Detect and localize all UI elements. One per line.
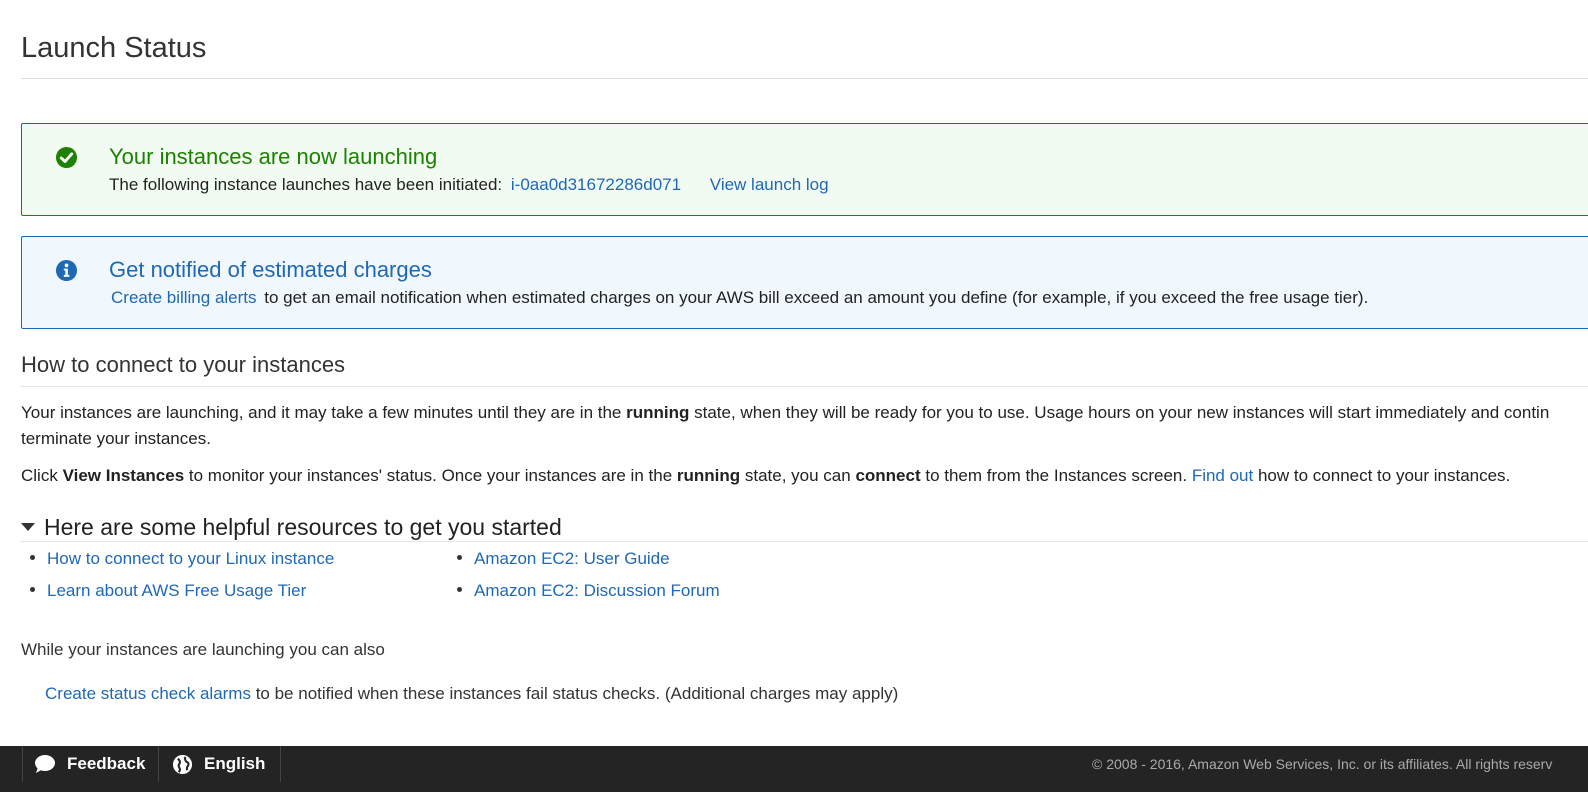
running-state-bold: running bbox=[676, 466, 741, 485]
success-alert-body: The following instance launches have bee… bbox=[109, 175, 829, 195]
linux-connect-link[interactable]: How to connect to your Linux instance bbox=[47, 549, 334, 568]
text-segment: Your instances are launching, and it may… bbox=[21, 403, 627, 422]
text-segment: state, when they will be ready for you t… bbox=[689, 403, 1550, 422]
language-selector[interactable]: English bbox=[159, 746, 281, 782]
find-out-link[interactable]: Find out bbox=[1192, 466, 1253, 485]
launching-paragraph-line-1: Your instances are launching, and it may… bbox=[21, 400, 1588, 426]
success-alert-text: The following instance launches have bee… bbox=[109, 175, 503, 194]
view-instances-bold: View Instances bbox=[62, 466, 185, 485]
footer-bar: Feedback English © 2008 - 2016, Amazon W… bbox=[0, 746, 1588, 792]
launching-paragraph-line-2: terminate your instances. bbox=[21, 429, 211, 448]
create-billing-alerts-link[interactable]: Create billing alerts bbox=[111, 288, 257, 307]
resource-item: Amazon EC2: User Guide bbox=[457, 549, 670, 569]
resources-toggle[interactable]: Here are some helpful resources to get y… bbox=[21, 514, 562, 541]
billing-info-alert: Get notified of estimated charges Create… bbox=[21, 236, 1588, 329]
bullet-icon bbox=[457, 587, 462, 593]
info-alert-title: Get notified of estimated charges bbox=[109, 257, 432, 282]
free-usage-tier-link[interactable]: Learn about AWS Free Usage Tier bbox=[47, 581, 306, 600]
resource-item: Amazon EC2: Discussion Forum bbox=[457, 581, 720, 601]
status-check-alarm-text: to be notified when these instances fail… bbox=[255, 684, 899, 703]
connect-section-heading: How to connect to your instances bbox=[21, 352, 346, 377]
success-alert-title: Your instances are now launching bbox=[109, 144, 438, 169]
create-status-check-alarms-link[interactable]: Create status check alarms bbox=[45, 684, 251, 703]
text-segment: Click bbox=[21, 466, 63, 485]
running-state-bold: running bbox=[626, 403, 690, 422]
check-circle-icon bbox=[55, 146, 78, 169]
launching-paragraph: Your instances are launching, and it may… bbox=[21, 400, 1588, 452]
bullet-icon bbox=[30, 555, 35, 561]
status-check-alarm-line: Create status check alarms to be notifie… bbox=[45, 684, 898, 704]
bullet-icon bbox=[30, 587, 35, 593]
globe-icon bbox=[172, 754, 193, 774]
feedback-button[interactable]: Feedback bbox=[22, 746, 159, 782]
text-segment: to them from the Instances screen. bbox=[920, 466, 1192, 485]
info-circle-icon bbox=[55, 259, 78, 282]
ec2-discussion-forum-link[interactable]: Amazon EC2: Discussion Forum bbox=[474, 581, 720, 600]
info-alert-body: Create billing alerts to get an email no… bbox=[109, 288, 1368, 308]
speech-bubble-icon bbox=[35, 755, 55, 773]
bullet-icon bbox=[457, 555, 462, 561]
language-label: English bbox=[204, 754, 266, 773]
resource-item: How to connect to your Linux instance bbox=[30, 549, 334, 569]
resources-heading: Here are some helpful resources to get y… bbox=[44, 514, 562, 540]
text-segment: how to connect to your instances. bbox=[1253, 466, 1511, 485]
caret-down-icon bbox=[21, 522, 35, 531]
resource-item: Learn about AWS Free Usage Tier bbox=[30, 581, 306, 601]
while-launching-text: While your instances are launching you c… bbox=[21, 640, 385, 659]
ec2-user-guide-link[interactable]: Amazon EC2: User Guide bbox=[474, 549, 670, 568]
copyright-text: © 2008 - 2016, Amazon Web Services, Inc.… bbox=[1092, 756, 1553, 772]
launch-status-page: Launch Status Your instances are now lau… bbox=[0, 0, 1588, 792]
launch-success-alert: Your instances are now launching The fol… bbox=[21, 123, 1588, 216]
info-alert-text: to get an email notification when estima… bbox=[264, 288, 1369, 307]
text-segment: to monitor your instances' status. Once … bbox=[184, 466, 677, 485]
connect-section-divider bbox=[21, 386, 1588, 387]
connect-bold: connect bbox=[855, 466, 921, 485]
resources-divider bbox=[21, 541, 1588, 542]
view-launch-log-link[interactable]: View launch log bbox=[710, 175, 829, 194]
page-title: Launch Status bbox=[21, 32, 207, 64]
text-segment: state, you can bbox=[740, 466, 856, 485]
feedback-label: Feedback bbox=[67, 754, 146, 773]
view-instances-paragraph: Click View Instances to monitor your ins… bbox=[21, 463, 1510, 489]
title-divider bbox=[21, 78, 1588, 79]
instance-id-link[interactable]: i-0aa0d31672286d071 bbox=[511, 175, 681, 194]
